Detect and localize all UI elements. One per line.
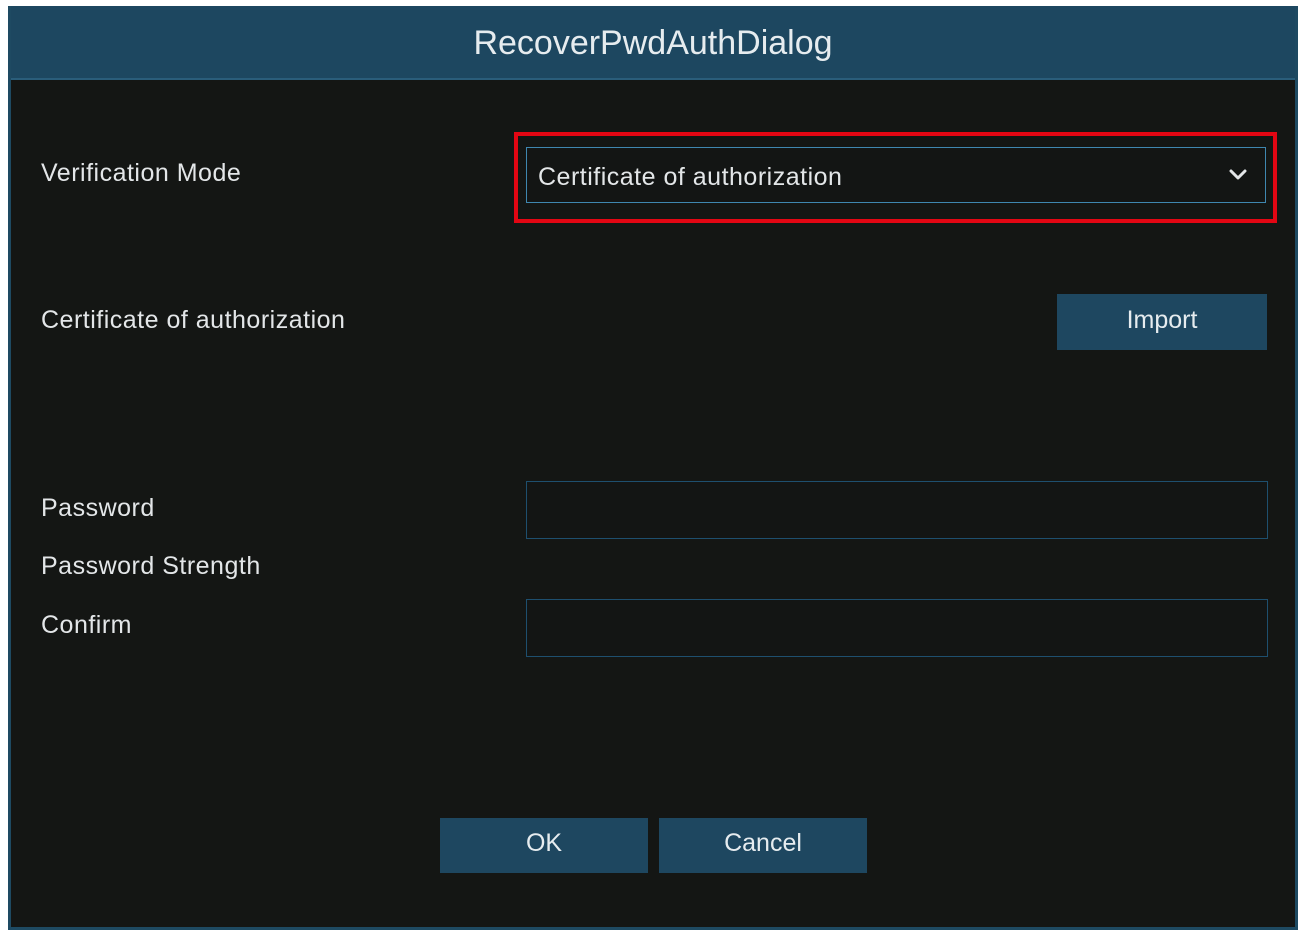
cancel-button[interactable]: Cancel: [659, 818, 867, 873]
password-label: Password: [41, 494, 155, 522]
chevron-down-icon: [1229, 169, 1247, 180]
verification-mode-label: Verification Mode: [41, 159, 242, 187]
password-strength-label: Password Strength: [41, 552, 261, 580]
recover-password-dialog: RecoverPwdAuthDialog Verification Mode C…: [8, 6, 1298, 930]
password-input[interactable]: [526, 481, 1268, 539]
verification-mode-value: Certificate of authorization: [538, 163, 843, 191]
verification-mode-select[interactable]: Certificate of authorization: [526, 147, 1266, 203]
dialog-title: RecoverPwdAuthDialog: [11, 6, 1295, 80]
confirm-input[interactable]: [526, 599, 1268, 657]
certificate-label: Certificate of authorization: [41, 306, 346, 334]
ok-button[interactable]: OK: [440, 818, 648, 873]
import-button[interactable]: Import: [1057, 294, 1267, 350]
confirm-label: Confirm: [41, 611, 133, 639]
